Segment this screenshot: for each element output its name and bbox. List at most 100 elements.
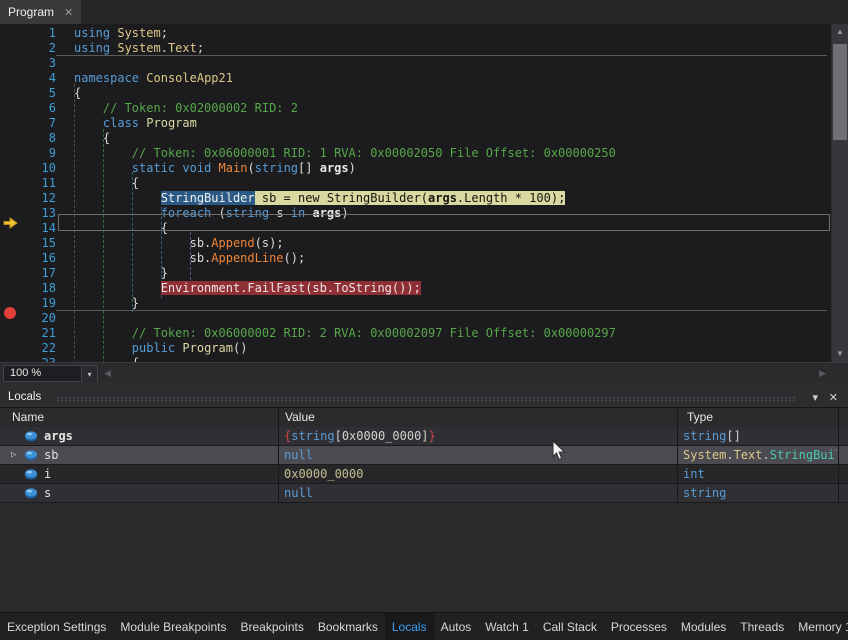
value-cell[interactable]: null	[284, 484, 676, 502]
column-splitter	[838, 465, 839, 483]
variable-name: args	[44, 427, 73, 445]
breakpoint-icon[interactable]	[4, 307, 16, 319]
code-line-5[interactable]: 5{	[0, 86, 831, 101]
scroll-up-icon[interactable]: ▲	[832, 24, 848, 40]
column-splitter[interactable]	[838, 408, 839, 427]
column-header-name[interactable]: Name	[12, 410, 44, 424]
column-splitter	[278, 484, 279, 502]
locals-row-i[interactable]: i0x0000_0000int	[0, 465, 848, 484]
type-cell: string	[683, 484, 837, 502]
code-line-14[interactable]: 14 {	[0, 221, 831, 236]
code-line-7[interactable]: 7 class Program	[0, 116, 831, 131]
tool-tab-exception-settings[interactable]: Exception Settings	[0, 613, 113, 640]
close-icon[interactable]: ✕	[829, 391, 838, 404]
code-line-13[interactable]: 13 foreach (string s in args)	[0, 206, 831, 221]
tool-tab-threads[interactable]: Threads	[733, 613, 791, 640]
tool-tab-locals[interactable]: Locals	[385, 613, 434, 640]
local-variable-icon	[24, 487, 38, 499]
column-splitter	[278, 446, 279, 464]
code-lines: 1using System;2using System.Text;34names…	[0, 26, 831, 362]
zoom-level-box[interactable]: 100 %	[3, 365, 87, 382]
code-line-11[interactable]: 11 {	[0, 176, 831, 191]
code-line-19[interactable]: 19 }	[0, 296, 831, 311]
local-variable-icon	[24, 449, 38, 461]
locals-row-s[interactable]: snull string	[0, 484, 848, 503]
column-splitter	[677, 465, 678, 483]
line-number: 16	[0, 251, 74, 266]
locals-row-args[interactable]: args {string[0x0000_0000]} string[]	[0, 427, 848, 446]
line-number: 2	[0, 41, 74, 56]
line-number: 11	[0, 176, 74, 191]
line-number: 8	[0, 131, 74, 146]
tab-program[interactable]: Program ✕	[0, 0, 81, 24]
locals-grid: Name Value Type args {string[0x0000_0000]…	[0, 407, 848, 612]
locals-row-sb[interactable]: ▷ sb null System.Text.StringBuilder	[0, 446, 848, 465]
code-line-1[interactable]: 1using System;	[0, 26, 831, 41]
tool-tab-modules[interactable]: Modules	[674, 613, 733, 640]
local-variable-icon	[24, 430, 38, 442]
type-cell: string[]	[683, 427, 837, 445]
code-line-21[interactable]: 21 // Token: 0x06000002 RID: 2 RVA: 0x00…	[0, 326, 831, 341]
editor-vertical-scrollbar[interactable]: ▲ ▼	[832, 24, 848, 362]
code-line-18[interactable]: 18 Environment.FailFast(sb.ToString());	[0, 281, 831, 296]
line-number: 10	[0, 161, 74, 176]
code-line-4[interactable]: 4namespace ConsoleApp21	[0, 71, 831, 86]
tool-tab-breakpoints[interactable]: Breakpoints	[233, 613, 310, 640]
line-number: 21	[0, 326, 74, 341]
line-number: 15	[0, 236, 74, 251]
locals-panel: Locals ▾ ✕ Name Value Type args {string[0…	[0, 390, 848, 612]
column-header-type[interactable]: Type	[687, 410, 713, 424]
local-variable-icon	[24, 468, 38, 480]
panel-splitter[interactable]	[0, 382, 848, 390]
code-editor[interactable]: 1using System;2using System.Text;34names…	[0, 24, 831, 362]
code-line-2[interactable]: 2using System.Text;	[0, 41, 831, 56]
code-line-12[interactable]: 12 StringBuilder sb = new StringBuilder(…	[0, 191, 831, 206]
tool-tab-call-stack[interactable]: Call Stack	[536, 613, 604, 640]
value-cell[interactable]: 0x0000_0000	[284, 465, 676, 483]
tool-window-tabstrip: Exception SettingsModule BreakpointsBrea…	[0, 612, 848, 640]
code-line-10[interactable]: 10 static void Main(string[] args)	[0, 161, 831, 176]
column-splitter	[677, 484, 678, 502]
name-cell: args	[0, 427, 277, 445]
locals-grid-header: Name Value Type	[0, 407, 848, 428]
code-line-22[interactable]: 22 public Program()	[0, 341, 831, 356]
tool-tab-watch-1[interactable]: Watch 1	[478, 613, 536, 640]
tool-tab-bookmarks[interactable]: Bookmarks	[311, 613, 385, 640]
expander-icon[interactable]: ▷	[11, 446, 16, 464]
column-splitter[interactable]	[278, 408, 279, 427]
scroll-right-icon[interactable]: ▶	[819, 368, 826, 379]
code-line-17[interactable]: 17 }	[0, 266, 831, 281]
type-cell: System.Text.StringBuilder	[683, 446, 837, 464]
scroll-down-icon[interactable]: ▼	[832, 346, 848, 362]
tool-tab-memory-1[interactable]: Memory 1	[791, 613, 848, 640]
code-line-20[interactable]: 20	[0, 311, 831, 326]
column-splitter	[838, 484, 839, 502]
column-splitter[interactable]	[677, 408, 678, 427]
code-line-8[interactable]: 8 {	[0, 131, 831, 146]
line-number: 7	[0, 116, 74, 131]
current-statement-arrow-icon[interactable]	[3, 217, 18, 229]
value-cell[interactable]: {string[0x0000_0000]}	[284, 427, 676, 445]
locals-rows: args {string[0x0000_0000]} string[] ▷ sb null…	[0, 427, 848, 503]
name-cell: s	[0, 484, 277, 502]
column-splitter	[838, 427, 839, 445]
value-cell[interactable]: null	[284, 446, 676, 464]
variable-name: sb	[44, 446, 58, 464]
code-line-3[interactable]: 3	[0, 56, 831, 71]
name-cell: i	[0, 465, 277, 483]
column-header-value[interactable]: Value	[285, 410, 315, 424]
scroll-left-icon[interactable]: ◀	[104, 368, 111, 379]
tool-tab-module-breakpoints[interactable]: Module Breakpoints	[113, 613, 233, 640]
code-line-16[interactable]: 16 sb.AppendLine();	[0, 251, 831, 266]
column-splitter	[677, 446, 678, 464]
locals-titlebar[interactable]: Locals ▾ ✕	[0, 390, 848, 407]
close-icon[interactable]: ✕	[64, 6, 73, 19]
tool-tab-autos[interactable]: Autos	[434, 613, 479, 640]
line-number: 1	[0, 26, 74, 41]
window-menu-icon[interactable]: ▾	[812, 391, 818, 404]
code-line-9[interactable]: 9 // Token: 0x06000001 RID: 1 RVA: 0x000…	[0, 146, 831, 161]
scrollbar-thumb[interactable]	[833, 44, 847, 140]
code-line-6[interactable]: 6 // Token: 0x02000002 RID: 2	[0, 101, 831, 116]
tool-tab-processes[interactable]: Processes	[604, 613, 674, 640]
code-line-15[interactable]: 15 sb.Append(s);	[0, 236, 831, 251]
